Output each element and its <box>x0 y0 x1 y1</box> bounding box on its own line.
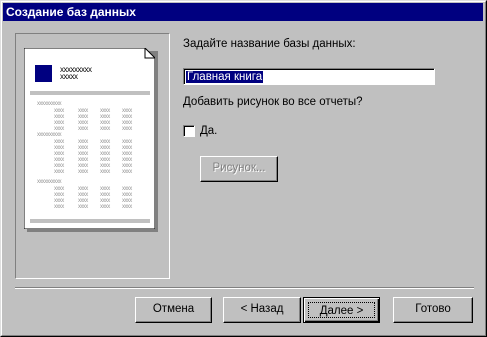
add-picture-checkbox[interactable] <box>183 125 195 137</box>
report-preview-page: xxxxxxxxx xxxxx xxxxxxxxxx xxxx xxxx xxxx xx… <box>24 48 155 229</box>
divider <box>15 287 474 289</box>
preview-cell: xxxx <box>100 204 110 210</box>
preview-cell: xxxx <box>78 204 88 210</box>
window-title: Создание баз данных <box>6 5 136 19</box>
db-name-label: Задайте название базы данных: <box>183 38 356 50</box>
preview-group-heading: xxxxxxxxxx <box>37 179 62 185</box>
preview-cell: xxxx <box>100 169 110 175</box>
preview-cell: xxxx <box>122 169 132 175</box>
preview-cell: xxxx <box>78 169 88 175</box>
dialog-window: Создание баз данных xxxxxxxxx xxxxx xxxx… <box>0 0 487 337</box>
next-button[interactable]: Далее > <box>303 297 380 323</box>
preview-cell: xxxx <box>122 126 132 132</box>
report-logo-placeholder <box>35 65 52 82</box>
db-name-value: Главная книга <box>186 71 264 83</box>
picture-button[interactable]: Рисунок... <box>200 156 278 182</box>
back-button[interactable]: < Назад <box>223 297 301 323</box>
preview-header-line: xxxxx <box>60 72 78 81</box>
preview-group-heading: xxxxxxxxxx <box>37 132 62 138</box>
next-button-label: Далее > <box>308 302 375 318</box>
preview-cell: xxxx <box>100 126 110 132</box>
preview-cell: xxxx <box>122 204 132 210</box>
title-bar[interactable]: Создание баз данных <box>3 3 483 21</box>
preview-cell: xxxx <box>54 204 64 210</box>
db-name-input[interactable]: Главная книга <box>183 68 435 85</box>
cancel-button[interactable]: Отмена <box>135 297 212 323</box>
preview-group-heading: xxxxxxxxxx <box>37 101 62 107</box>
add-picture-question: Добавить рисунок во все отчеты? <box>183 96 363 108</box>
preview-cell: xxxx <box>78 126 88 132</box>
preview-cell: xxxx <box>54 169 64 175</box>
finish-button[interactable]: Готово <box>393 297 473 323</box>
add-picture-checkbox-label[interactable]: Да. <box>200 125 217 137</box>
